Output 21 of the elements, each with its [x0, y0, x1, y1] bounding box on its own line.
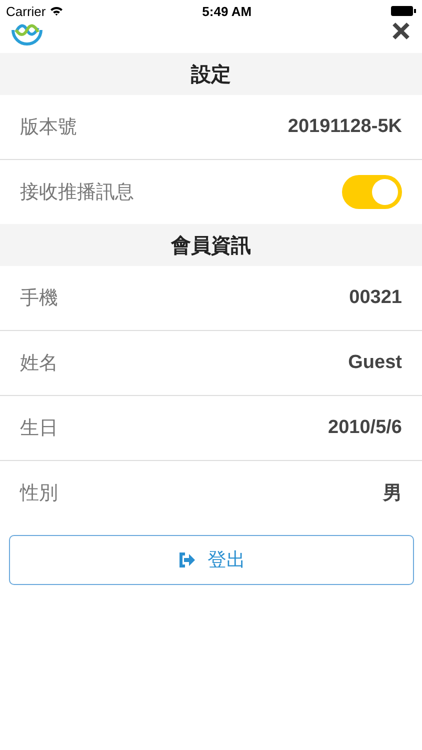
- row-value: 男: [383, 482, 402, 506]
- row-value: Guest: [348, 352, 402, 374]
- carrier-label: Carrier: [6, 4, 46, 18]
- battery-icon: [390, 6, 416, 16]
- row-value: 2010/5/6: [328, 417, 402, 439]
- row-label: 版本號: [20, 115, 77, 140]
- row-value: 00321: [349, 287, 402, 309]
- toggle-switch[interactable]: [342, 175, 402, 209]
- logout-icon: [178, 552, 196, 568]
- section-header: 會員資訊: [0, 224, 422, 266]
- logout-button[interactable]: 登出: [9, 535, 414, 585]
- row-value: 20191128-5K: [288, 116, 402, 138]
- wifi-icon: [50, 6, 63, 16]
- row-label: 姓名: [20, 351, 58, 376]
- row-label: 生日: [20, 416, 58, 441]
- status-time: 5:49 AM: [202, 4, 252, 18]
- row-label: 性別: [20, 481, 58, 506]
- row-label: 手機: [20, 286, 58, 311]
- section-header: 設定: [0, 53, 422, 95]
- row-label: 接收推播訊息: [20, 180, 134, 205]
- close-icon[interactable]: [392, 22, 410, 40]
